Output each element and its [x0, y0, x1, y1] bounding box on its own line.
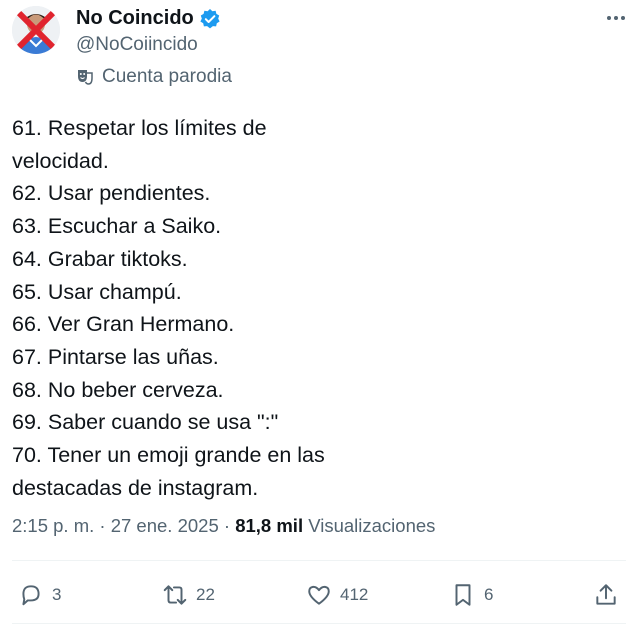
action-bar: 3 22 412 6 — [0, 571, 633, 619]
retweet-button[interactable]: 22 — [162, 571, 215, 619]
heart-icon — [308, 585, 330, 605]
tweet-line: 62. Usar pendientes. — [12, 181, 211, 206]
divider — [12, 560, 626, 561]
author-handle[interactable]: @NoCoiincido — [76, 34, 198, 56]
tweet-line: 67. Pintarse las uñas. — [12, 344, 219, 369]
tweet-date[interactable]: 27 ene. 2025 — [111, 515, 219, 537]
tweet-meta: 2:15 p. m. · 27 ene. 2025 · 81,8 mil Vis… — [12, 515, 435, 537]
meta-separator: · — [94, 515, 111, 536]
tweet-line: 65. Usar champú. — [12, 279, 182, 304]
verified-badge-icon — [200, 8, 220, 28]
share-button[interactable] — [593, 571, 619, 619]
author-name[interactable]: No Coincido — [76, 7, 194, 30]
tweet-time[interactable]: 2:15 p. m. — [12, 515, 94, 537]
meta-separator: · — [218, 515, 236, 536]
share-icon — [596, 584, 616, 605]
bookmark-count: 6 — [484, 585, 494, 604]
tweet-line: 68. No beber cerveza. — [12, 377, 224, 402]
reply-button[interactable]: 3 — [18, 571, 61, 619]
tweet-line: velocidad. — [12, 148, 109, 173]
tweet-line: destacadas de instagram. — [12, 475, 259, 500]
like-count: 412 — [340, 585, 369, 604]
more-options-button[interactable] — [604, 6, 628, 30]
theater-mask-icon — [78, 70, 93, 85]
author-name-row[interactable]: No Coincido — [76, 7, 221, 30]
tweet-line: 66. Ver Gran Hermano. — [12, 312, 235, 337]
tweet-line: 64. Grabar tiktoks. — [12, 246, 188, 271]
parody-text: Cuenta parodia — [102, 66, 232, 87]
tweet-line: 61. Respetar los límites de — [12, 116, 267, 140]
retweet-count: 22 — [196, 585, 215, 604]
retweet-icon — [163, 585, 187, 605]
more-dots-icon — [607, 16, 625, 20]
tweet-text: 61. Respetar los límites de velocidad. 6… — [12, 112, 612, 504]
views-count: 81,8 mil — [235, 515, 304, 536]
divider — [12, 623, 626, 624]
reply-count: 3 — [52, 585, 62, 604]
tweet-line: 70. Tener un emoji grande en las — [12, 443, 325, 468]
bookmark-button[interactable]: 6 — [450, 571, 493, 619]
avatar-image — [12, 6, 60, 54]
like-button[interactable]: 412 — [306, 571, 368, 619]
bookmark-icon — [455, 584, 471, 606]
reply-icon — [22, 585, 40, 606]
tweet-line: 63. Escuchar a Saiko. — [12, 214, 222, 239]
tweet-line: 69. Saber cuando se usa ":" — [12, 410, 279, 435]
parody-label: Cuenta parodia — [76, 66, 232, 88]
views-label: Visualizaciones — [308, 515, 436, 536]
avatar[interactable] — [12, 6, 60, 54]
